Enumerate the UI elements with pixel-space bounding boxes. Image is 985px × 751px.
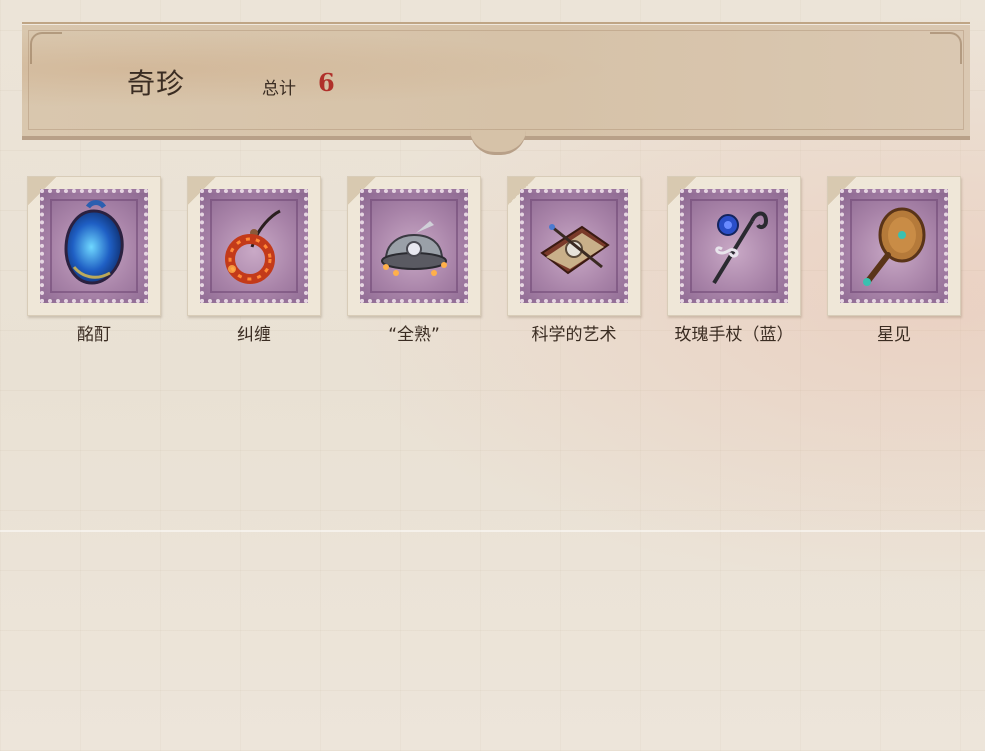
item-card[interactable]: 星见	[827, 176, 961, 346]
hand-mirror-icon	[863, 207, 926, 286]
item-label: 纠缠	[237, 325, 271, 345]
item-label: 科学的艺术	[531, 325, 617, 345]
stamp-frame	[347, 176, 481, 316]
total-count: 6	[318, 68, 335, 97]
item-card[interactable]: 科学的艺术	[507, 176, 641, 346]
stamp-frame	[507, 176, 641, 316]
item-grid: 酩酊 纠缠 “全熟” 科学的艺术 玫瑰手杖（蓝） 星见	[0, 176, 985, 356]
stamp-frame	[187, 176, 321, 316]
corner-ornament-icon	[30, 32, 62, 64]
item-card[interactable]: 玫瑰手杖（蓝）	[667, 176, 801, 346]
corner-ornament-icon	[930, 32, 962, 64]
ruler-decoration	[70, 626, 260, 666]
stamp-frame	[827, 176, 961, 316]
item-card[interactable]: “全熟”	[347, 176, 481, 346]
item-label: 玫瑰手杖（蓝）	[674, 325, 794, 345]
stamp-frame	[667, 176, 801, 316]
item-card[interactable]: 纠缠	[187, 176, 321, 346]
blue-heart-icon	[64, 200, 124, 285]
collection-header: 奇珍 总计 6	[22, 22, 970, 140]
item-card[interactable]: 酩酊	[27, 176, 161, 346]
item-label: “全熟”	[388, 325, 440, 345]
item-label: 星见	[877, 325, 911, 345]
item-label: 酩酊	[77, 325, 111, 345]
page-title: 奇珍	[127, 67, 186, 100]
red-ring-pendant-icon	[225, 209, 281, 284]
book-gadget-icon	[540, 224, 610, 275]
total-label: 总计	[262, 79, 296, 99]
paper-fold	[0, 530, 985, 532]
chef-hat-icon	[381, 221, 447, 276]
stamp-frame	[27, 176, 161, 316]
blue-rose-cane-icon	[712, 211, 769, 285]
